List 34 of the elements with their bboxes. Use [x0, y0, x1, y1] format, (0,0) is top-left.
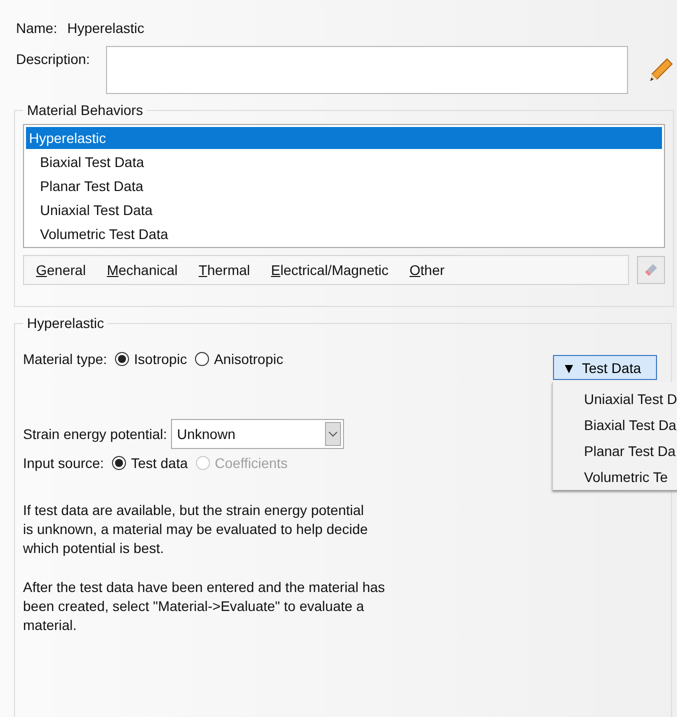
- eraser-icon: [643, 262, 659, 278]
- list-item[interactable]: Hyperelastic: [26, 127, 662, 149]
- menu-item[interactable]: Electrical/Magnetic: [271, 262, 388, 278]
- potential-dropdown[interactable]: Unknown: [170, 419, 344, 449]
- pencil-icon[interactable]: [648, 56, 674, 82]
- menu-item[interactable]: Volumetric Te: [553, 464, 677, 490]
- menu-item[interactable]: Planar Test Da: [553, 438, 677, 464]
- menu-item[interactable]: Uniaxial Test D: [553, 386, 677, 412]
- test-data-button[interactable]: ▼ Test Data: [553, 355, 657, 380]
- menu-item[interactable]: Mechanical: [106, 262, 178, 278]
- description-field[interactable]: [106, 46, 628, 94]
- field-label: Material type:: [23, 351, 108, 367]
- chevron-down-icon: [328, 431, 338, 437]
- menu-item[interactable]: Biaxial Test Da: [553, 412, 677, 438]
- radio-button[interactable]: Test data: [112, 455, 188, 471]
- name-value: Hyperelastic: [67, 20, 144, 36]
- help-text: If test data are available, but the strain energy potential is unknown, a material may be evaluated to help decide which potential is best.: [23, 501, 369, 558]
- field-label: Description:: [16, 51, 90, 67]
- field-label: Input source:: [23, 455, 104, 471]
- menu-item[interactable]: Other: [410, 262, 445, 278]
- group-title: Hyperelastic: [26, 315, 106, 331]
- menu-item[interactable]: Thermal: [198, 262, 250, 278]
- field-label: Name:: [16, 20, 58, 36]
- clear-button[interactable]: [637, 256, 665, 284]
- field-label: Strain energy potential:: [23, 426, 167, 442]
- list-item[interactable]: Volumetric Test Data: [26, 223, 662, 245]
- list-item[interactable]: Planar Test Data: [26, 175, 662, 197]
- radio-button[interactable]: Anisotropic: [194, 351, 284, 367]
- menu-item[interactable]: General: [36, 262, 86, 278]
- group-title: Material Behaviors: [26, 102, 144, 118]
- radio-button[interactable]: Isotropic: [115, 351, 187, 367]
- help-text: After the test data have been entered and the material has been created, select "Material->Evaluate" to evaluate a material.: [23, 578, 386, 635]
- list-item[interactable]: Biaxial Test Data: [26, 151, 662, 173]
- list-item[interactable]: Uniaxial Test Data: [26, 199, 662, 221]
